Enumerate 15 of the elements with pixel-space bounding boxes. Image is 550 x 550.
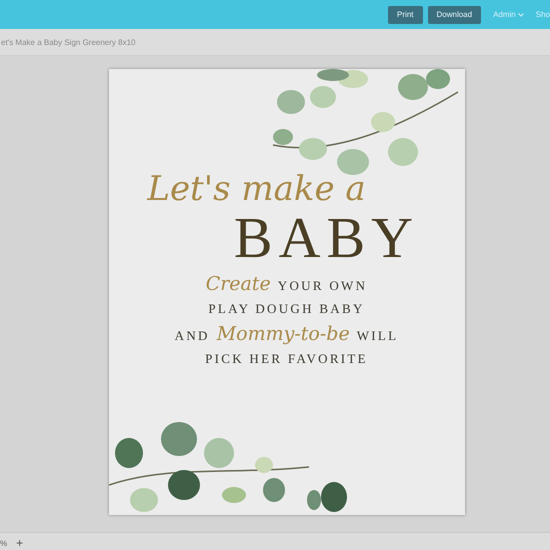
document-title: et's Make a Baby Sign Greenery 8x10 (1, 38, 136, 46)
sign-line: WILL (356, 328, 398, 344)
sign-line: PICK HER FAVORITE (205, 351, 368, 367)
toolbar-button[interactable]: Download (428, 6, 482, 24)
script-word: Create (206, 273, 271, 295)
toolbar-button[interactable]: Print (388, 6, 422, 24)
sign-line: AND (174, 328, 210, 344)
zoom-level: % (0, 538, 8, 548)
sign-line: YOUR OWN (278, 278, 368, 294)
zoom-in-button[interactable]: + (16, 536, 24, 550)
script-heading: Let's make a (147, 169, 366, 209)
title-text: BABY (234, 209, 420, 267)
sign-line: PLAY DOUGH BABY (208, 301, 365, 317)
script-word: Mommy-to-be (216, 323, 350, 345)
caret-icon (518, 12, 524, 16)
